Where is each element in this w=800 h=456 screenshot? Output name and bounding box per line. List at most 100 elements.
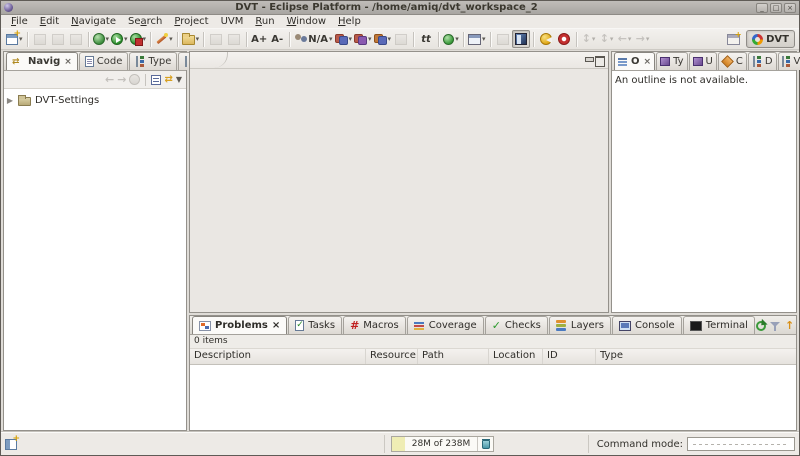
- debug-icon: [93, 33, 105, 45]
- save-icon: [34, 34, 46, 45]
- close-tab-icon[interactable]: ×: [644, 57, 652, 67]
- previous-item-icon[interactable]: ↑: [785, 320, 794, 331]
- debug-button[interactable]: ▾: [92, 30, 111, 48]
- maximize-button[interactable]: □: [770, 3, 782, 13]
- font-increase-button[interactable]: A+: [250, 30, 268, 48]
- heap-usage-bar: [392, 437, 405, 451]
- toggle-text-button[interactable]: tt: [417, 30, 435, 48]
- tree-item-dvt-settings[interactable]: ▶ DVT-Settings: [6, 92, 184, 108]
- menu-search[interactable]: Search: [122, 15, 168, 28]
- perspective-bar: DVT: [724, 30, 795, 48]
- outline-message: An outline is not available.: [612, 71, 796, 312]
- waiver-button[interactable]: [537, 30, 555, 48]
- heap-monitor[interactable]: 28M of 238M: [391, 436, 494, 452]
- refresh-icon[interactable]: [756, 321, 766, 331]
- compile-pair-icon: [374, 33, 387, 45]
- menu-project[interactable]: Project: [168, 15, 214, 28]
- dvt-perspective-button[interactable]: DVT: [746, 30, 795, 48]
- orange-diamond-icon: [721, 55, 734, 68]
- column-path[interactable]: Path: [418, 349, 489, 364]
- coverage-icon: [414, 321, 425, 331]
- menu-run[interactable]: Run: [249, 15, 280, 28]
- tab-uvm-browser[interactable]: U: [689, 52, 717, 70]
- tasks-icon: [295, 320, 304, 331]
- fast-view-icon[interactable]: [5, 439, 17, 450]
- uvm-phase-button[interactable]: N/A▾: [293, 30, 333, 48]
- new-wizard-button[interactable]: ▾: [5, 30, 24, 48]
- tab-console[interactable]: Console: [612, 316, 682, 334]
- run-gc-button[interactable]: [477, 437, 493, 451]
- tab-terminal[interactable]: Terminal: [683, 316, 755, 334]
- save-button: [31, 30, 49, 48]
- font-decrease-button[interactable]: A-: [268, 30, 286, 48]
- column-type[interactable]: Type: [596, 349, 796, 364]
- tab-code[interactable]: Code: [79, 52, 129, 70]
- tab-macros[interactable]: #Macros: [343, 316, 406, 334]
- link-with-editor-icon[interactable]: ⇄: [164, 74, 172, 85]
- menubar: File Edit Navigate Search Project UVM Ru…: [1, 15, 799, 28]
- main-toolbar: ▾ ▾ ▾ ▾ ▾ ▾ A+ A- N/A▾ ▾ ▾ ▾ tt ▾ ▾: [1, 28, 799, 50]
- open-perspective-icon: [727, 34, 740, 45]
- compile-pair-icon: [354, 33, 367, 45]
- minimize-button[interactable]: _: [756, 3, 768, 13]
- tab-checks[interactable]: ✓Checks: [485, 316, 548, 334]
- tab-tasks[interactable]: Tasks: [288, 316, 342, 334]
- expander-icon[interactable]: ▶: [6, 96, 14, 105]
- full-window-button[interactable]: [512, 30, 530, 48]
- run-button[interactable]: ▾: [110, 30, 129, 48]
- compile-config-button-1[interactable]: ▾: [334, 30, 354, 48]
- tab-design[interactable]: D: [748, 52, 777, 70]
- command-mode-input[interactable]: [687, 437, 795, 451]
- column-resource[interactable]: Resource: [366, 349, 418, 364]
- new-wizard-icon: [6, 34, 18, 45]
- window-layout-button[interactable]: ▾: [467, 30, 487, 48]
- tab-verification[interactable]: Ve: [778, 52, 800, 70]
- minimize-editor-icon[interactable]: [583, 55, 594, 65]
- compile-config-button-4: [392, 30, 410, 48]
- run-icon: [111, 33, 123, 45]
- column-location[interactable]: Location: [489, 349, 543, 364]
- menu-file[interactable]: File: [5, 15, 34, 28]
- last-annotation-button: ↕▾: [580, 30, 598, 48]
- eclipse-app-icon: [4, 3, 13, 12]
- compile-config-button-2[interactable]: ▾: [353, 30, 373, 48]
- window-view-icon: [468, 34, 481, 45]
- compile-pair-icon: [335, 33, 348, 45]
- close-tab-icon[interactable]: ×: [272, 320, 280, 331]
- filter-icon[interactable]: [770, 321, 781, 331]
- tab-outline[interactable]: O×: [614, 52, 655, 70]
- view-menu-icon[interactable]: ▼: [176, 75, 182, 84]
- menu-uvm[interactable]: UVM: [215, 15, 250, 28]
- tab-layers[interactable]: Layers: [549, 316, 611, 334]
- next-annotation-button: ↕▾: [598, 30, 616, 48]
- help-button[interactable]: [555, 30, 573, 48]
- menu-help[interactable]: Help: [332, 15, 367, 28]
- open-resource-button[interactable]: ▾: [181, 30, 201, 48]
- forward-button: →▾: [634, 30, 652, 48]
- compile-config-button-3[interactable]: ▾: [373, 30, 393, 48]
- close-tab-icon[interactable]: ×: [64, 57, 72, 67]
- run-external-button[interactable]: ▾: [129, 30, 148, 48]
- outline-panel: O× Ty U C D Ve An outline is not availab…: [611, 51, 797, 313]
- tab-coverage[interactable]: Coverage: [407, 316, 484, 334]
- collapse-all-icon[interactable]: [151, 75, 161, 85]
- run-wizard-button[interactable]: ▾: [154, 30, 174, 48]
- tab-types[interactable]: Ty: [656, 52, 687, 70]
- tab-checks[interactable]: C: [718, 52, 747, 70]
- close-button[interactable]: ×: [784, 3, 796, 13]
- window-title: DVT - Eclipse Platform - /home/amiq/dvt_…: [17, 1, 756, 14]
- problems-panel: Problems× Tasks #Macros Coverage ✓Checks…: [189, 315, 797, 431]
- maximize-editor-icon[interactable]: [594, 55, 605, 65]
- build-status-button[interactable]: ▾: [442, 30, 460, 48]
- tab-type[interactable]: Type: [129, 52, 177, 70]
- menu-window[interactable]: Window: [281, 15, 332, 28]
- column-id[interactable]: ID: [543, 349, 596, 364]
- menu-navigate[interactable]: Navigate: [65, 15, 122, 28]
- tab-navig[interactable]: ⇄Navig×: [6, 52, 78, 70]
- tab-problems[interactable]: Problems×: [192, 316, 287, 334]
- column-description[interactable]: Description: [190, 349, 366, 364]
- statusbar-left: [5, 435, 385, 453]
- open-perspective-button[interactable]: [724, 30, 742, 48]
- tool-button-disabled-2: [225, 30, 243, 48]
- menu-edit[interactable]: Edit: [34, 15, 65, 28]
